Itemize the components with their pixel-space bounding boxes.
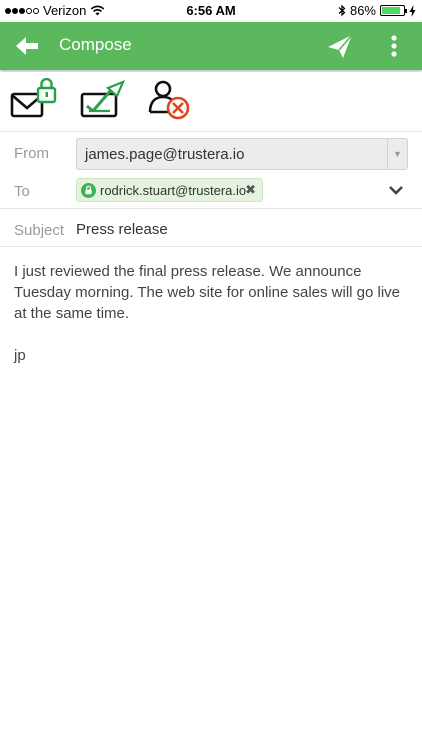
more-vert-icon[interactable]: [385, 34, 403, 58]
bluetooth-icon: [338, 4, 346, 17]
status-right: 86%: [338, 3, 416, 18]
chevron-down-icon[interactable]: [388, 184, 404, 196]
send-icon[interactable]: [326, 33, 354, 59]
body-paragraph: I just reviewed the final press release.…: [14, 263, 401, 322]
app-toolbar: Compose: [0, 22, 422, 70]
remove-recipient-icon[interactable]: ✖: [245, 182, 256, 198]
subject-label: Subject: [14, 222, 65, 239]
remove-recipient-key-icon[interactable]: [146, 78, 194, 122]
body-signature: jp: [14, 347, 26, 364]
back-arrow-icon[interactable]: [14, 34, 40, 58]
toolbar-title: Compose: [59, 35, 132, 54]
charging-bolt-icon: [409, 4, 416, 17]
from-account-select[interactable]: james.page@trustera.io ▼: [76, 138, 408, 170]
divider: [0, 246, 422, 247]
sign-mail-icon[interactable]: [78, 78, 126, 122]
encrypt-mail-icon[interactable]: [10, 78, 58, 122]
battery-percent: 86%: [349, 3, 376, 18]
recipient-chip[interactable]: rodrick.stuart@trustera.io ✖: [76, 178, 263, 202]
divider: [0, 208, 422, 209]
from-account-value: james.page@trustera.io: [85, 146, 245, 163]
to-label: To: [14, 183, 30, 200]
status-bar: Verizon 6:56 AM 86%: [0, 0, 422, 22]
select-down-arrow-icon[interactable]: ▼: [387, 139, 407, 169]
recipient-address: rodrick.stuart@trustera.io: [100, 183, 247, 198]
subject-input[interactable]: Press release: [76, 221, 168, 238]
crypto-action-bar: [0, 72, 422, 132]
message-body[interactable]: I just reviewed the final press release.…: [14, 261, 414, 387]
battery-icon: [380, 5, 407, 16]
lock-icon: [81, 183, 96, 198]
from-label: From: [14, 145, 49, 162]
